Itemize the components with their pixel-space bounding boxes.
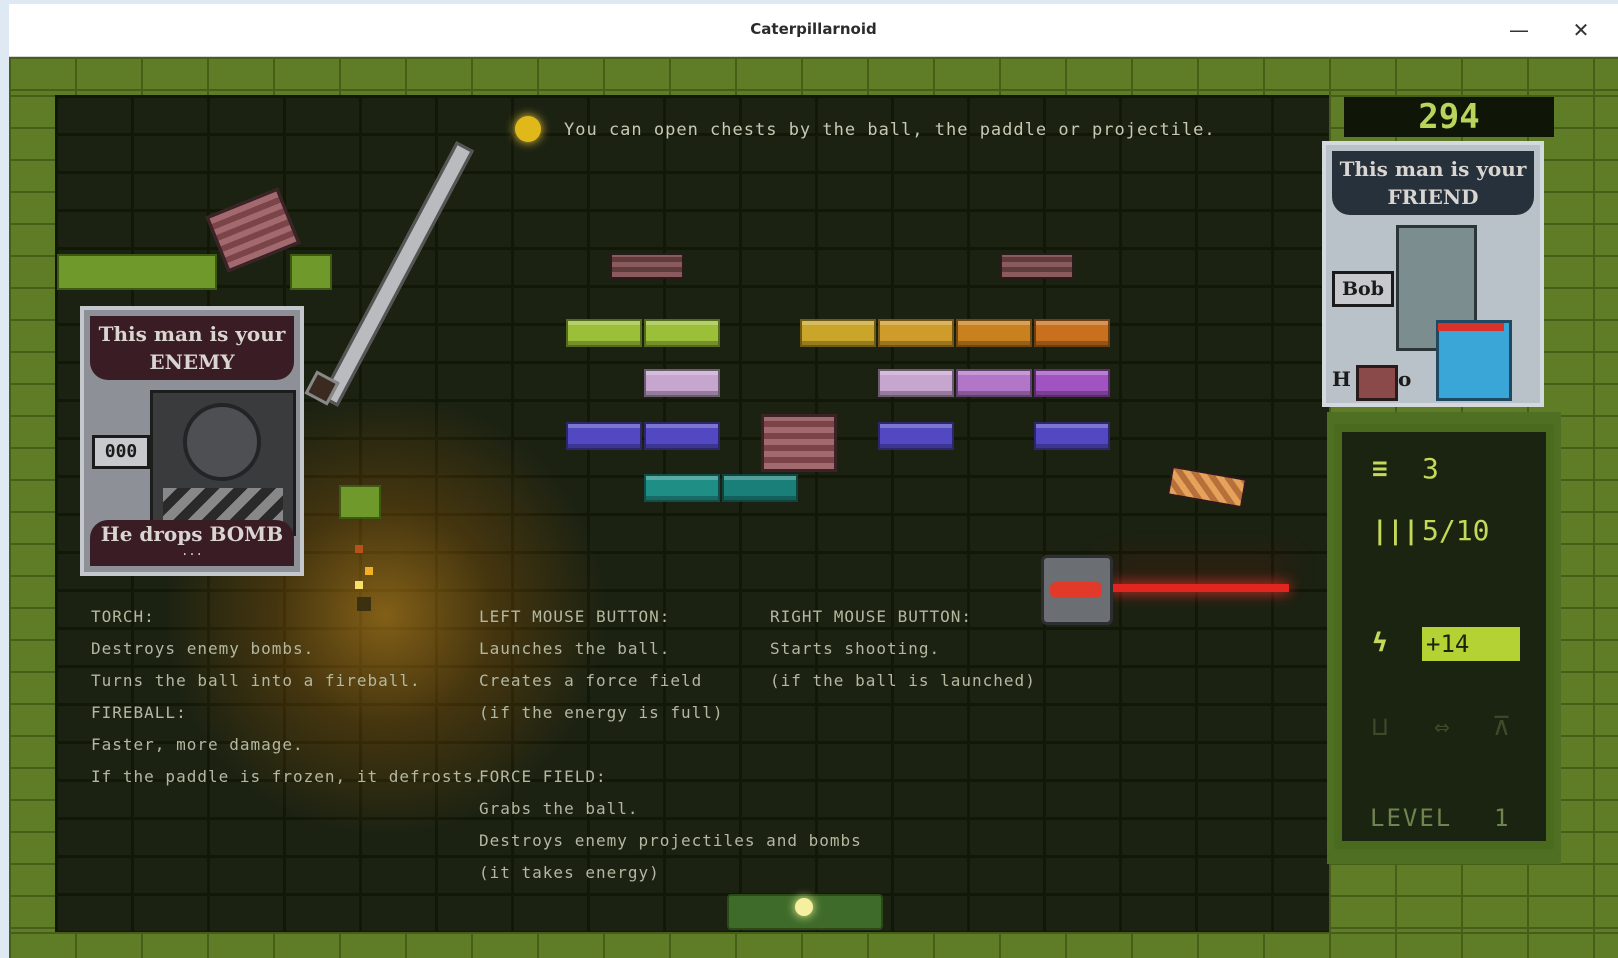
brick-blue-1 [566,422,642,450]
bottom-wall [9,932,1618,958]
brick-teal-1 [644,474,720,502]
enemy-id-label: 000 [92,435,150,469]
ledge-block [290,254,332,290]
help-torch-line: If the paddle is frozen, it defrosts. [91,767,485,786]
help-right-mouse-line: (if the ball is launched) [770,671,1036,690]
help-force-field-line: FORCE FIELD: [479,767,607,786]
game-window: Caterpillarnoid — ✕ You can open chests … [9,4,1618,958]
help-force-field-line: (it takes energy) [479,863,660,882]
help-force-field-line: Destroys enemy projectiles and bombs [479,831,862,850]
ledge-left [57,254,217,290]
window-title: Caterpillarnoid [750,20,877,38]
help-torch-line: Destroys enemy bombs. [91,639,315,658]
brick-gold-1 [800,319,876,347]
enemy-card-footer: He drops BOMB ... [90,520,294,566]
energy-icon: ϟ [1372,628,1388,658]
brick-gold-2 [878,319,954,347]
shoot-icon: ⊼ [1492,712,1512,742]
enemy-card-header-text: This man is your ENEMY [98,322,286,374]
catch-icon: ⊔ [1372,712,1388,742]
enemy-card-header: This man is your ENEMY [90,316,294,380]
brick-lilac-2 [878,369,954,397]
brick-purple-1 [956,369,1032,397]
expand-icon: ⇔ [1434,712,1450,742]
help-torch-line: FIREBALL: [91,703,187,722]
brick-green-2 [644,319,720,347]
help-spacer [479,729,862,761]
help-torch-line: TORCH: [91,607,155,626]
game-area[interactable]: You can open chests by the ball, the pad… [9,57,1618,958]
brick-teal-2 [722,474,798,502]
laser-beam [1109,584,1289,592]
hud-panel: ≡ 3 ||| 5/10 ϟ +14 ⊔ ⇔ ⊼ LEVEL 1 [1334,424,1554,849]
friend-name-label: Bob [1332,271,1394,307]
level-value: 1 [1494,804,1509,832]
lives-value: 3 [1422,452,1439,485]
enemy-portrait [150,390,296,536]
friend-card: This man is your FRIEND Bob H o [1322,141,1544,407]
help-torch-line: Faster, more damage. [91,735,304,754]
enemy-card-footer-text: He drops BOMB [100,522,284,546]
brick-blue-4 [1034,422,1110,450]
brick-orange-1 [956,319,1032,347]
left-wall [9,95,55,958]
help-torch-line: Turns the ball into a fireball. [91,671,421,690]
level-label: LEVEL [1370,804,1453,832]
brick-blue-3 [878,422,954,450]
help-torch: TORCH: Destroys enemy bombs. Turns the b… [91,601,484,793]
energy-bar: +14 [1422,627,1520,661]
paddle[interactable] [727,894,883,930]
brick-green-1 [566,319,642,347]
minimize-icon[interactable]: — [1505,16,1533,44]
brick-orange-2 [1034,319,1110,347]
friend-partial-letter: H [1332,367,1351,391]
suitcase-icon [1356,365,1398,401]
brick-purple-2 [1034,369,1110,397]
top-wall [9,57,1618,95]
friend-card-header-text: This man is your FRIEND [1339,157,1527,209]
help-left-mouse-line: (if the energy is full) [479,703,724,722]
plank-2 [1000,253,1074,279]
help-right-mouse-line: Starts shooting. [770,639,941,658]
ammo-icon: ||| [1372,516,1419,546]
enemy-card-footer-dots: ... [181,544,203,558]
plank-1 [610,253,684,279]
ledge-block-lower [339,485,381,519]
brick-lilac-1 [644,369,720,397]
energy-value: +14 [1426,630,1470,658]
help-right-mouse-line: RIGHT MOUSE BUTTON: [770,607,973,626]
close-icon[interactable]: ✕ [1567,16,1595,44]
friend-partial-letter-2: o [1398,367,1412,391]
ball-icon [515,116,541,142]
title-bar: Caterpillarnoid — ✕ [9,4,1618,57]
score-display: 294 [1344,97,1554,137]
help-right-mouse: RIGHT MOUSE BUTTON: Starts shooting. (if… [770,601,1036,697]
chest-center [761,414,837,472]
lives-icon: ≡ [1372,454,1388,484]
friend-card-header: This man is your FRIEND [1332,151,1534,215]
paddle-ball [795,898,813,916]
friend-portrait [1396,215,1526,401]
hint-text: You can open chests by the ball, the pad… [564,120,1216,140]
ammo-value: 5/10 [1422,514,1490,547]
brick-blue-2 [644,422,720,450]
help-force-field-line: Grabs the ball. [479,799,639,818]
laser-turret [1041,555,1113,625]
enemy-card: This man is your ENEMY 000 He drops BOMB… [80,306,304,576]
